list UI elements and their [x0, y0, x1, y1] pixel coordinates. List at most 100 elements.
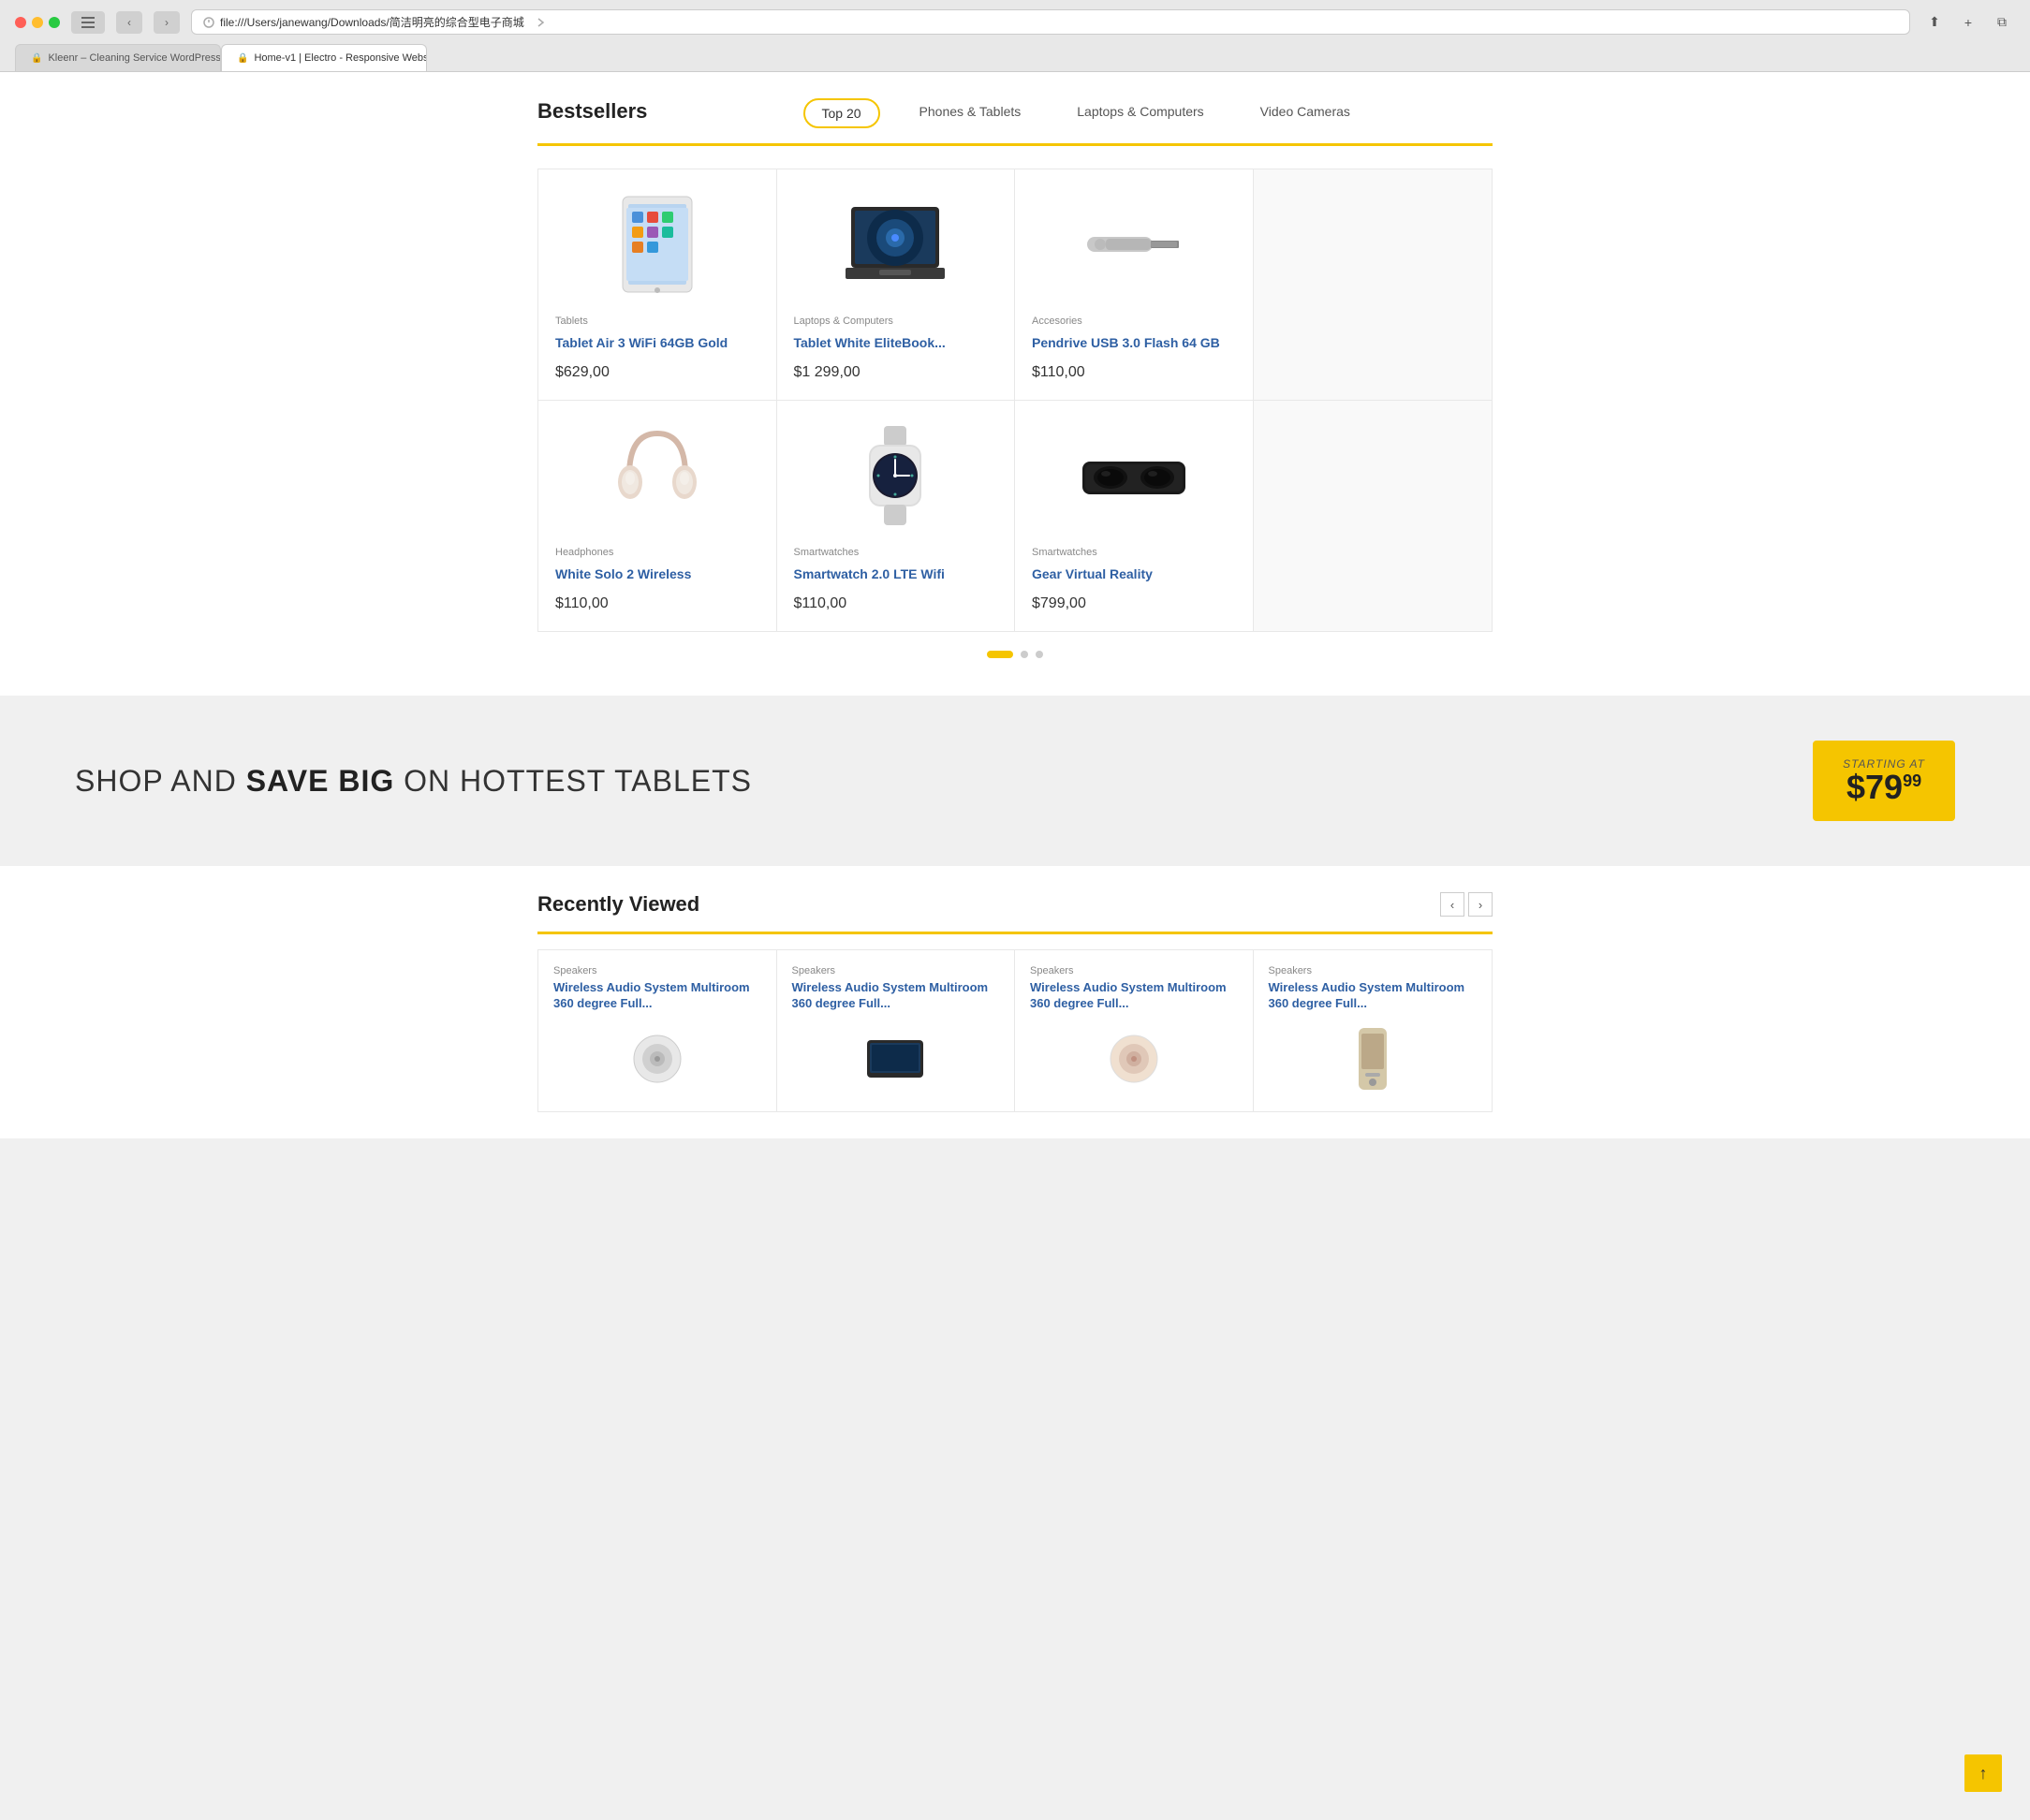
product-price-7: $799,00 — [1032, 595, 1236, 612]
prev-arrow[interactable]: ‹ — [1440, 892, 1464, 917]
recently-viewed-header: Recently Viewed ‹ › — [537, 892, 1493, 934]
tab-favicon: 🔒 — [31, 53, 42, 64]
promo-banner: SHOP AND SAVE BIG ON HOTTEST TABLETS STA… — [0, 696, 2030, 866]
recently-category-1: Speakers — [553, 965, 761, 976]
promo-plain: SHOP AND — [75, 764, 237, 798]
tab-video-cameras[interactable]: Video Cameras — [1243, 98, 1367, 128]
product-card-vr[interactable]: Smartwatches Gear Virtual Reality $799,0… — [1015, 401, 1254, 631]
laptop-icon — [844, 202, 947, 286]
promo-cents: 99 — [1903, 771, 1921, 790]
product-name-5: White Solo 2 Wireless — [555, 565, 759, 582]
nav-arrows: ‹ › — [1440, 892, 1493, 917]
product-name-3: Pendrive USB 3.0 Flash 64 GB — [1032, 334, 1236, 351]
headphones-icon — [615, 424, 699, 527]
product-image-wrap-6 — [794, 419, 998, 532]
product-image-wrap-5 — [555, 419, 759, 532]
tab-top20[interactable]: Top 20 — [803, 98, 880, 128]
product-card-headphones[interactable]: Headphones White Solo 2 Wireless $110,00 — [538, 401, 777, 631]
product-price-5: $110,00 — [555, 595, 759, 612]
recently-name-4: Wireless Audio System Multiroom 360 degr… — [1269, 980, 1478, 1012]
product-category-6: Smartwatches — [794, 547, 998, 558]
product-category-3: Accesories — [1032, 316, 1236, 327]
next-arrow[interactable]: › — [1468, 892, 1493, 917]
tab-electro[interactable]: 🔒 Home-v1 | Electro - Responsive Website… — [221, 44, 427, 71]
product-card-empty-2 — [1254, 401, 1493, 631]
product-price-6: $110,00 — [794, 595, 998, 612]
back-to-top-icon: ↑ — [1979, 1764, 1988, 1783]
tab-favicon-2: 🔒 — [237, 53, 248, 64]
promo-text: SHOP AND SAVE BIG ON HOTTEST TABLETS — [75, 764, 752, 799]
recently-viewed-section: Recently Viewed ‹ › Speakers Wireless Au… — [500, 866, 1530, 1138]
product-name-6: Smartwatch 2.0 LTE Wifi — [794, 565, 998, 582]
bestsellers-title: Bestsellers — [537, 99, 647, 127]
product-price: $629,00 — [555, 364, 759, 381]
recently-img-4 — [1269, 1021, 1478, 1096]
product-image-wrap-3 — [1032, 188, 1236, 301]
product-category-5: Headphones — [555, 547, 759, 558]
speaker-screen-icon — [862, 1031, 928, 1087]
share-button[interactable]: ⬆ — [1921, 11, 1948, 34]
promo-price-box[interactable]: STARTING AT $7999 — [1813, 741, 1955, 821]
speaker-phone-icon — [1354, 1026, 1391, 1092]
product-card-laptop[interactable]: Laptops & Computers Tablet White EliteBo… — [777, 169, 1016, 401]
product-card-tablet-air[interactable]: Tablets Tablet Air 3 WiFi 64GB Gold $629… — [538, 169, 777, 401]
tabs-button[interactable]: ⧉ — [1989, 11, 2015, 34]
forward-button[interactable]: › — [154, 11, 180, 34]
recently-img-1 — [553, 1021, 761, 1096]
speaker-pink-icon — [1106, 1031, 1162, 1087]
speaker-white-icon — [629, 1031, 685, 1087]
maximize-dot[interactable] — [49, 17, 60, 28]
tab-bar: 🔒 Kleenr – Cleaning Service WordPress Th… — [0, 44, 2030, 71]
watch-icon — [858, 424, 933, 527]
recently-name-2: Wireless Audio System Multiroom 360 degr… — [792, 980, 1000, 1012]
recently-img-3 — [1030, 1021, 1238, 1096]
bestsellers-tabs: Top 20 Phones & Tablets Laptops & Comput… — [677, 98, 1493, 128]
bestsellers-section: Bestsellers Top 20 Phones & Tablets Lapt… — [500, 72, 1530, 696]
sidebar-toggle-button[interactable] — [71, 11, 105, 34]
tab-phones-tablets[interactable]: Phones & Tablets — [903, 98, 1038, 128]
recently-img-2 — [792, 1021, 1000, 1096]
back-button[interactable]: ‹ — [116, 11, 142, 34]
recently-item-2[interactable]: Speakers Wireless Audio System Multiroom… — [777, 950, 1016, 1111]
recently-item-3[interactable]: Speakers Wireless Audio System Multiroom… — [1015, 950, 1254, 1111]
tablet-icon — [615, 193, 699, 296]
tab-kleenr[interactable]: 🔒 Kleenr – Cleaning Service WordPress Th… — [15, 44, 221, 71]
tab-kleenr-label: Kleenr – Cleaning Service WordPress Them… — [48, 52, 221, 64]
recently-item-4[interactable]: Speakers Wireless Audio System Multiroom… — [1254, 950, 1493, 1111]
recently-viewed-title: Recently Viewed — [537, 892, 699, 917]
address-bar[interactable]: file:///Users/janewang/Downloads/简洁明亮的综合… — [191, 9, 1910, 35]
product-category-2: Laptops & Computers — [794, 316, 998, 327]
product-image-wrap — [555, 188, 759, 301]
recently-category-2: Speakers — [792, 965, 1000, 976]
carousel-dots — [537, 632, 1493, 677]
product-grid: Tablets Tablet Air 3 WiFi 64GB Gold $629… — [537, 169, 1493, 632]
new-tab-button[interactable]: + — [1955, 11, 1981, 34]
recently-name-1: Wireless Audio System Multiroom 360 degr… — [553, 980, 761, 1012]
usb-icon — [1078, 216, 1190, 272]
minimize-dot[interactable] — [32, 17, 43, 28]
bestsellers-header: Bestsellers Top 20 Phones & Tablets Lapt… — [537, 98, 1493, 146]
promo-dollars: $79 — [1846, 768, 1903, 806]
carousel-dot-3[interactable] — [1036, 651, 1043, 658]
product-category-7: Smartwatches — [1032, 547, 1236, 558]
recently-name-3: Wireless Audio System Multiroom 360 degr… — [1030, 980, 1238, 1012]
promo-amount: $7999 — [1843, 771, 1925, 804]
back-to-top-button[interactable]: ↑ — [1964, 1754, 2002, 1792]
browser-action-buttons: ⬆ + ⧉ — [1921, 11, 2015, 34]
recently-item-1[interactable]: Speakers Wireless Audio System Multiroom… — [538, 950, 777, 1111]
product-name: Tablet Air 3 WiFi 64GB Gold — [555, 334, 759, 351]
product-card-smartwatch[interactable]: Smartwatches Smartwatch 2.0 LTE Wifi $11… — [777, 401, 1016, 631]
url-text: file:///Users/janewang/Downloads/简洁明亮的综合… — [220, 14, 524, 30]
recently-viewed-grid: Speakers Wireless Audio System Multiroom… — [537, 949, 1493, 1112]
product-image-wrap-7 — [1032, 419, 1236, 532]
product-price-2: $1 299,00 — [794, 364, 998, 381]
close-dot[interactable] — [15, 17, 26, 28]
promo-bold: SAVE BIG — [246, 764, 395, 798]
carousel-dot-1[interactable] — [987, 651, 1013, 658]
product-card-usb[interactable]: Accesories Pendrive USB 3.0 Flash 64 GB … — [1015, 169, 1254, 401]
product-category: Tablets — [555, 316, 759, 327]
carousel-dot-2[interactable] — [1021, 651, 1028, 658]
tab-laptops[interactable]: Laptops & Computers — [1060, 98, 1220, 128]
product-name-2: Tablet White EliteBook... — [794, 334, 998, 351]
product-price-3: $110,00 — [1032, 364, 1236, 381]
